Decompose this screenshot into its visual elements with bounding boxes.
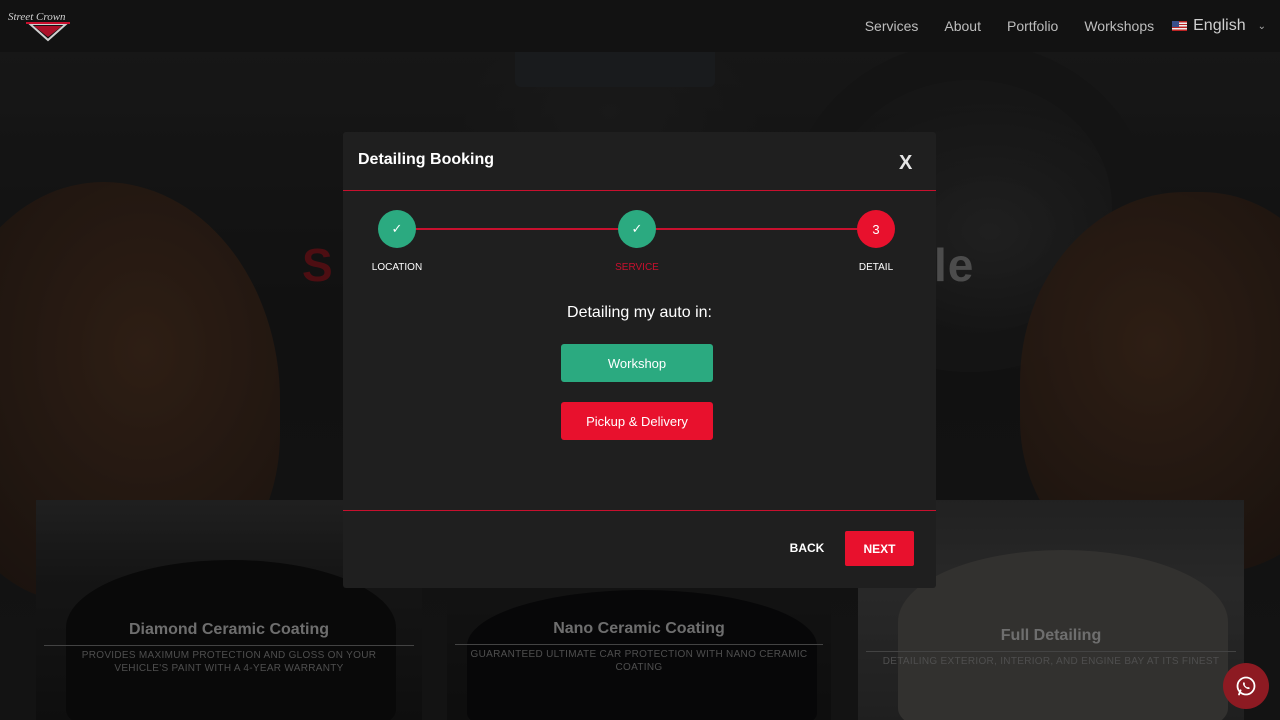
nav-services[interactable]: Services [865,18,919,34]
site-header: Street Crown Services About Portfolio Wo… [0,0,1280,52]
nav-about[interactable]: About [944,18,981,34]
modal-divider-bottom [343,510,936,511]
next-button[interactable]: NEXT [845,531,914,566]
stepper-connector-2 [655,228,857,230]
workshop-option-button[interactable]: Workshop [561,344,713,382]
step-service-check-icon: ✓ [618,210,656,248]
whatsapp-icon [1236,676,1256,696]
language-selector[interactable]: English ⌄ [1172,17,1266,35]
chevron-down-icon: ⌄ [1257,20,1266,32]
us-flag-icon [1172,21,1188,31]
nav-portfolio[interactable]: Portfolio [1007,18,1058,34]
modal-title: Detailing Booking [358,151,494,168]
pickup-delivery-option-button[interactable]: Pickup & Delivery [561,402,713,440]
modal-divider-top [343,190,936,191]
main-nav: Services About Portfolio Workshops Engli… [839,0,1266,52]
logo-icon: Street Crown [8,11,70,42]
logo[interactable]: Street Crown [8,8,88,42]
stepper-connector-1 [415,228,625,230]
location-question: Detailing my auto in: [567,304,712,321]
language-label: English [1193,17,1246,34]
step-detail-number: 3 [857,210,895,248]
booking-modal: Detailing Booking X ✓ ✓ 3 LOCATION SERVI… [343,132,936,588]
whatsapp-button[interactable] [1223,663,1269,709]
close-button[interactable]: X [899,152,912,175]
step-label-location: LOCATION [371,262,423,273]
step-location-check-icon: ✓ [378,210,416,248]
step-label-service: SERVICE [615,262,659,273]
step-label-detail: DETAIL [858,262,894,273]
back-button[interactable]: BACK [778,531,836,565]
nav-workshops[interactable]: Workshops [1084,18,1154,34]
logo-wordmark: Street Crown [8,11,66,23]
